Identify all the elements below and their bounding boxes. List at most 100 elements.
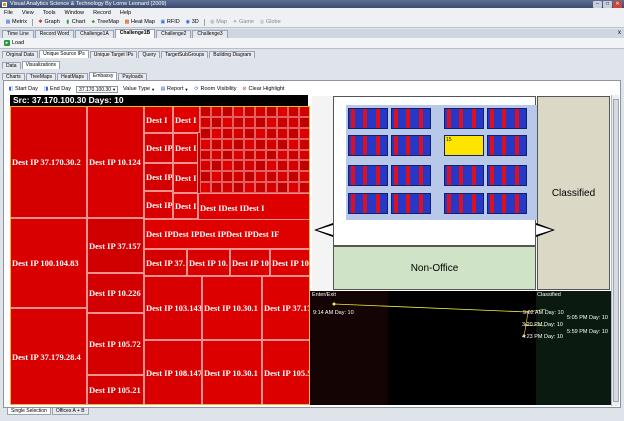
treemap-small-cell[interactable] [266, 106, 277, 117]
treemap-small-cell[interactable] [222, 160, 233, 172]
treemap-small-cell[interactable] [277, 182, 288, 193]
tab-data[interactable]: Data [2, 61, 21, 69]
treemap-cell[interactable]: Dest IP [144, 163, 173, 191]
vertical-scrollbar[interactable] [611, 95, 619, 406]
tab-embassy[interactable]: Embassy [88, 72, 118, 80]
treemap-cell[interactable]: Dest IP [144, 133, 173, 163]
menu-tools[interactable]: Tools [43, 10, 56, 16]
treemap-small-cell[interactable] [244, 127, 255, 139]
treemap-cell[interactable]: Dest IP [144, 191, 173, 219]
treemap-small-cell[interactable] [200, 138, 211, 150]
office-room[interactable] [444, 165, 484, 186]
minimize-button[interactable]: – [593, 0, 602, 8]
treemap-small-cell[interactable] [288, 182, 299, 193]
tab-charts[interactable]: Charts [2, 72, 25, 80]
menu-file[interactable]: File [4, 10, 13, 16]
treemap-small-cell[interactable] [288, 160, 299, 172]
treemap-small-cell[interactable] [266, 149, 277, 161]
office-room[interactable] [487, 193, 527, 214]
menu-view[interactable]: View [22, 10, 34, 16]
office-room[interactable] [391, 165, 431, 186]
treemap-small-cell[interactable] [277, 171, 288, 183]
treemap-small-cell[interactable] [222, 171, 233, 183]
load-button[interactable]: Load [12, 40, 24, 46]
toolbar-rfid-button[interactable]: ▣ RFID [160, 19, 180, 25]
office-room[interactable] [444, 193, 484, 214]
tab-visualizations[interactable]: Visualizations [21, 61, 61, 69]
treemap-small-cell[interactable] [200, 182, 211, 193]
treemap-small-cell[interactable] [211, 106, 222, 117]
tab-payloads[interactable]: Payloads [118, 72, 147, 80]
close-document-icon[interactable]: x [618, 30, 621, 36]
toolbar-metrix-button[interactable]: ▦ Metrix [5, 19, 27, 25]
treemap-small-cell[interactable] [211, 116, 222, 128]
treemap-small-cell[interactable] [244, 182, 255, 193]
treemap-small-cell[interactable] [211, 138, 222, 150]
treemap-small-cell[interactable] [299, 106, 310, 117]
treemap-cell[interactable]: Dest IPDest IPDest IPDest IPDest IF [144, 219, 310, 249]
treemap-small-cell[interactable] [233, 116, 244, 128]
treemap-small-cell[interactable] [233, 149, 244, 161]
treemap-cell[interactable]: Dest IP 37.157 [87, 218, 144, 273]
treemap-small-cell[interactable] [299, 116, 310, 128]
treemap-small-cell[interactable] [299, 138, 310, 150]
treemap-small-cell[interactable] [255, 149, 266, 161]
room-visibility-button[interactable]: ⟳ Room Visibility [194, 86, 236, 92]
toolbar-graph-button[interactable]: ✱ Graph [37, 19, 59, 25]
treemap-small-cell[interactable] [244, 138, 255, 150]
treemap-cell[interactable]: Dest IP 37.170.30.2 [10, 106, 87, 218]
tab-targetsubgroups[interactable]: TargetSubGroups [161, 50, 209, 58]
treemap-cell[interactable]: Dest IP 10. [270, 249, 310, 276]
bottom-tab-single-selection[interactable]: Single Selection [7, 408, 51, 415]
treemap-cell[interactable]: Dest IP 10.226 [87, 273, 144, 313]
tab-building-diagram[interactable]: Building Diagram [209, 50, 256, 58]
treemap-small-cell[interactable] [288, 171, 299, 183]
doc-tab-challenge1a[interactable]: Challenge1A [75, 30, 114, 38]
bottom-tab-offices-a-b[interactable]: Offices A + B [51, 408, 89, 415]
treemap-cell[interactable]: Dest IP 105.72 [87, 313, 144, 375]
treemap-small-cell[interactable] [255, 138, 266, 150]
treemap-small-cell[interactable] [200, 160, 211, 172]
start-day-button[interactable]: ◧ Start Day [8, 86, 38, 92]
treemap-small-cell[interactable] [244, 116, 255, 128]
treemap-small-cell[interactable] [299, 182, 310, 193]
treemap-cell[interactable]: Dest IP 10.124 [87, 106, 144, 218]
treemap-small-cell[interactable] [266, 160, 277, 172]
treemap-small-cell[interactable] [277, 160, 288, 172]
treemap-small-cell[interactable] [211, 127, 222, 139]
ip-select[interactable]: 37.170.100.30 ▼ [76, 85, 119, 93]
treemap-small-cell[interactable] [277, 138, 288, 150]
office-room[interactable] [348, 135, 388, 156]
menu-record[interactable]: Record [93, 10, 111, 16]
treemap-small-cell[interactable] [233, 160, 244, 172]
treemap-small-cell[interactable] [266, 182, 277, 193]
treemap-cell[interactable]: Dest IP 37.179.28.4 [10, 308, 87, 405]
treemap-small-cell[interactable] [277, 116, 288, 128]
tab-query[interactable]: Query [138, 50, 161, 58]
toolbar-3d-button[interactable]: ◉ 3D [185, 19, 199, 25]
tab-treemaps[interactable]: TreeMaps [25, 72, 57, 80]
treemap-cell[interactable]: Dest IP 105.57. [262, 340, 310, 405]
treemap-cell[interactable]: Dest IP 10.30.1 [202, 276, 262, 340]
treemap-cell[interactable]: Dest IP 10. [187, 249, 230, 276]
treemap-small-cell[interactable] [244, 149, 255, 161]
tab-unique-source-ips[interactable]: Unique Source IPs [39, 50, 89, 58]
office-room[interactable] [444, 108, 484, 129]
office-room[interactable] [487, 165, 527, 186]
clear-highlight-button[interactable]: ⊘ Clear Highlight [241, 86, 284, 92]
treemap-small-cell[interactable] [200, 171, 211, 183]
treemap-small-cell[interactable] [211, 171, 222, 183]
treemap-small-cell[interactable] [200, 116, 211, 128]
toolbar-chart-button[interactable]: ▮ Chart [65, 19, 85, 25]
treemap-cell[interactable]: Dest I [144, 106, 173, 133]
report-dropdown[interactable]: ▤ Report ▼ [160, 86, 189, 92]
treemap-small-cell[interactable] [288, 127, 299, 139]
office-room[interactable] [487, 135, 527, 156]
treemap-small-cell[interactable] [244, 160, 255, 172]
treemap-small-cell[interactable] [211, 149, 222, 161]
treemap-small-cell[interactable] [233, 171, 244, 183]
treemap-small-cell[interactable] [233, 138, 244, 150]
treemap-small-cell[interactable] [299, 171, 310, 183]
close-button[interactable]: ✕ [613, 0, 622, 8]
end-day-button[interactable]: ◨ End Day [43, 86, 71, 92]
